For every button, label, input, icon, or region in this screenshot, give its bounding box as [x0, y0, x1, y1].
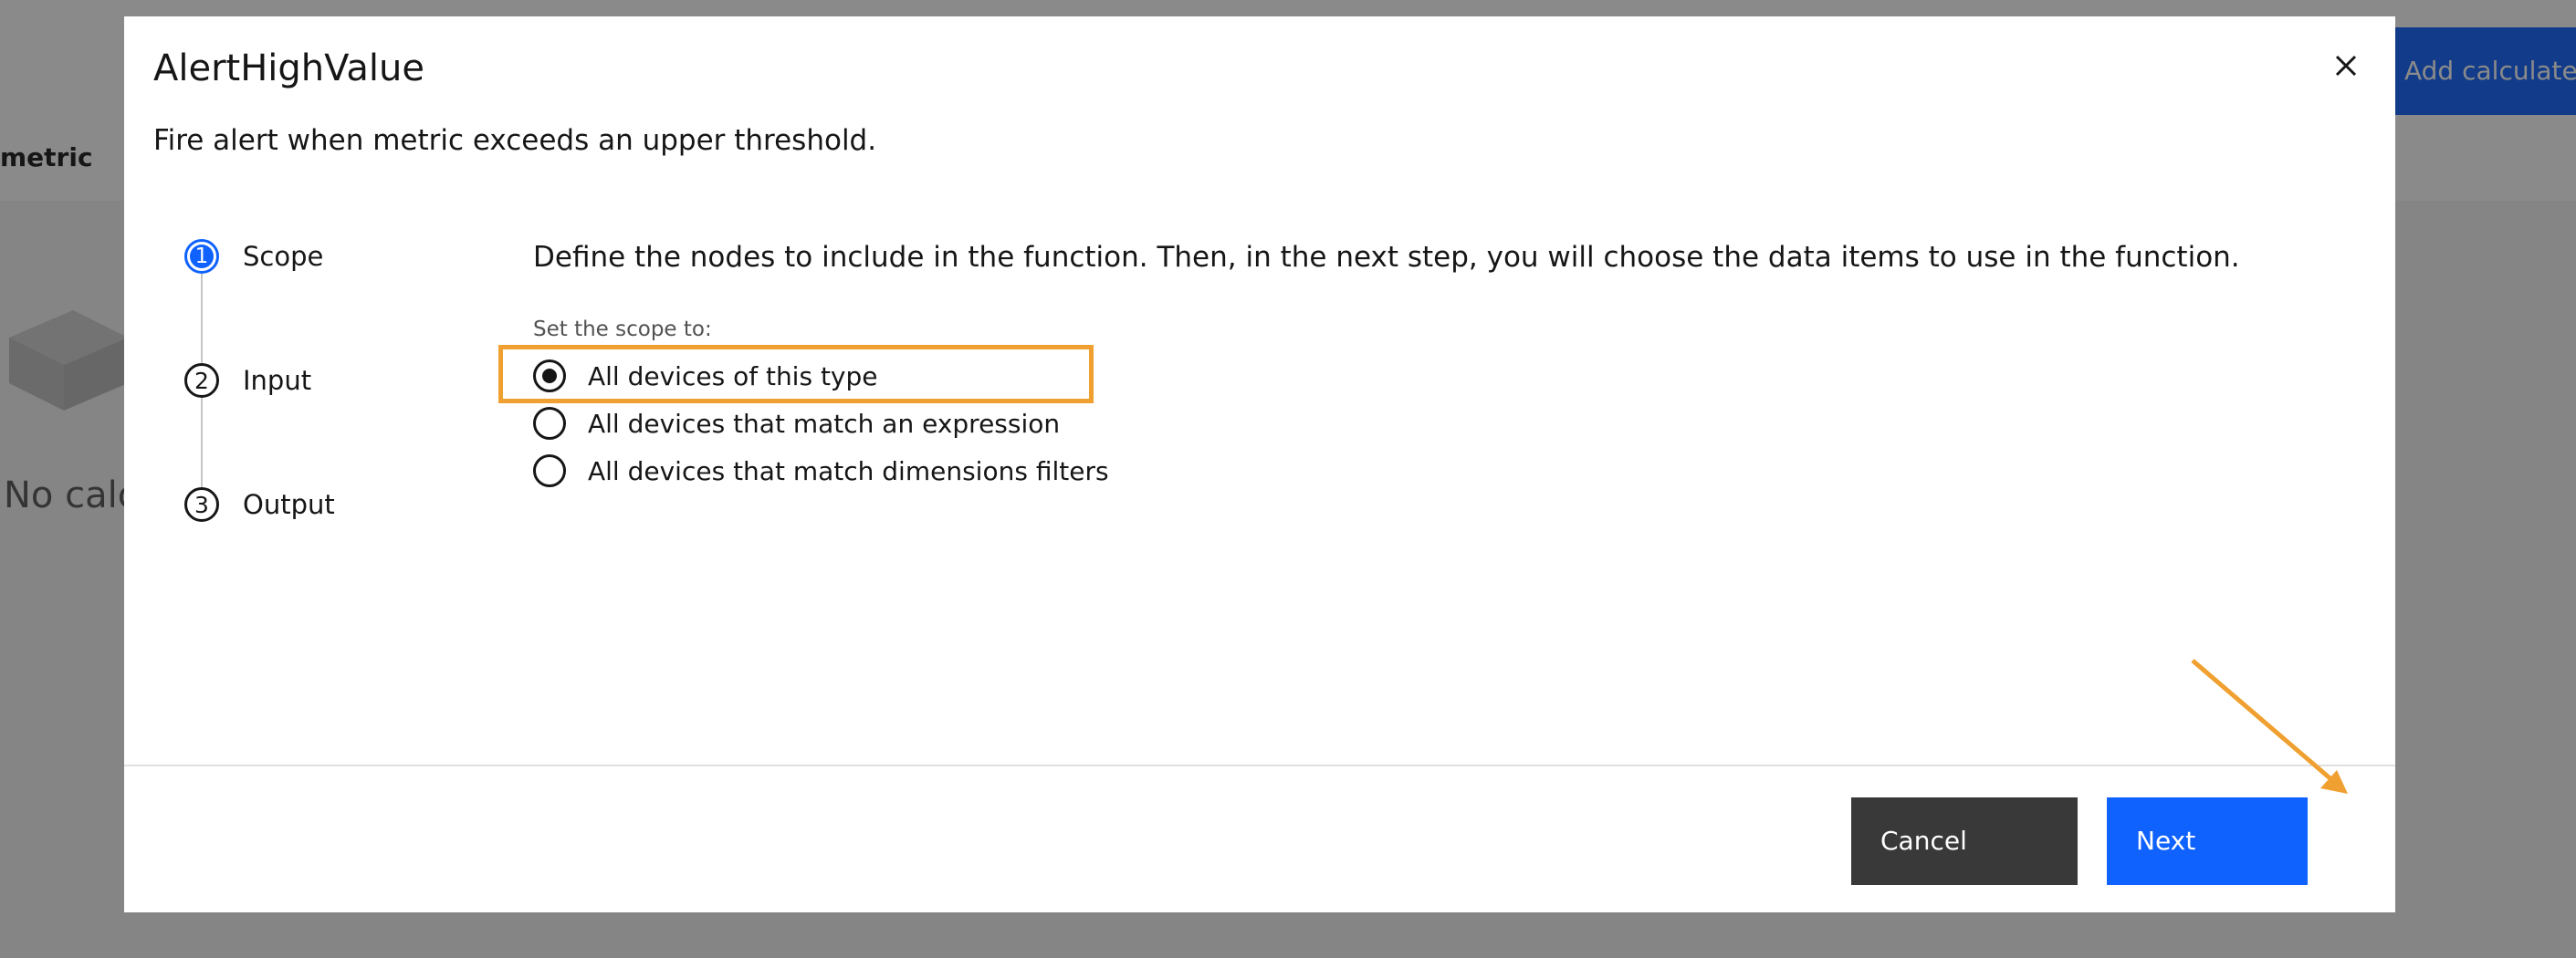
- radio-label: All devices of this type: [588, 360, 878, 391]
- radio-dot-icon: [542, 369, 557, 383]
- step-connector: [201, 398, 203, 487]
- radio-button-checked[interactable]: [533, 359, 566, 392]
- radio-button-unchecked[interactable]: [533, 407, 566, 440]
- step-label: Output: [243, 489, 335, 520]
- step-output[interactable]: 3 Output: [184, 487, 335, 522]
- create-function-modal: AlertHighValue Fire alert when metric ex…: [124, 16, 2395, 912]
- radio-label: All devices that match dimensions filter…: [588, 455, 1109, 486]
- step-input[interactable]: 2 Input: [184, 363, 311, 398]
- close-icon: [2335, 55, 2357, 77]
- modal-title: AlertHighValue: [153, 47, 424, 89]
- footer-divider: [124, 765, 2395, 766]
- step-incomplete-icon: 2: [184, 363, 219, 398]
- radio-label: All devices that match an expression: [588, 408, 1061, 439]
- step-label: Input: [243, 365, 312, 396]
- radio-all-devices-of-type[interactable]: All devices of this type: [533, 359, 878, 392]
- step-scope[interactable]: 1 Scope: [184, 239, 323, 274]
- close-button[interactable]: [2320, 40, 2372, 91]
- modal-description: Fire alert when metric exceeds an upper …: [153, 124, 877, 157]
- cancel-button[interactable]: Cancel: [1851, 797, 2078, 885]
- content-intro-text: Define the nodes to include in the funct…: [533, 241, 2240, 274]
- step-incomplete-icon: 3: [184, 487, 219, 522]
- step-connector: [201, 274, 203, 363]
- scope-legend: Set the scope to:: [533, 318, 712, 341]
- radio-button-unchecked[interactable]: [533, 454, 566, 487]
- next-button[interactable]: Next: [2107, 797, 2308, 885]
- step-label: Scope: [243, 241, 324, 272]
- annotation-arrow-icon: [2191, 659, 2348, 794]
- radio-match-dimension-filters[interactable]: All devices that match dimensions filter…: [533, 454, 1109, 487]
- step-current-icon: 1: [184, 239, 219, 274]
- radio-match-expression[interactable]: All devices that match an expression: [533, 407, 1060, 440]
